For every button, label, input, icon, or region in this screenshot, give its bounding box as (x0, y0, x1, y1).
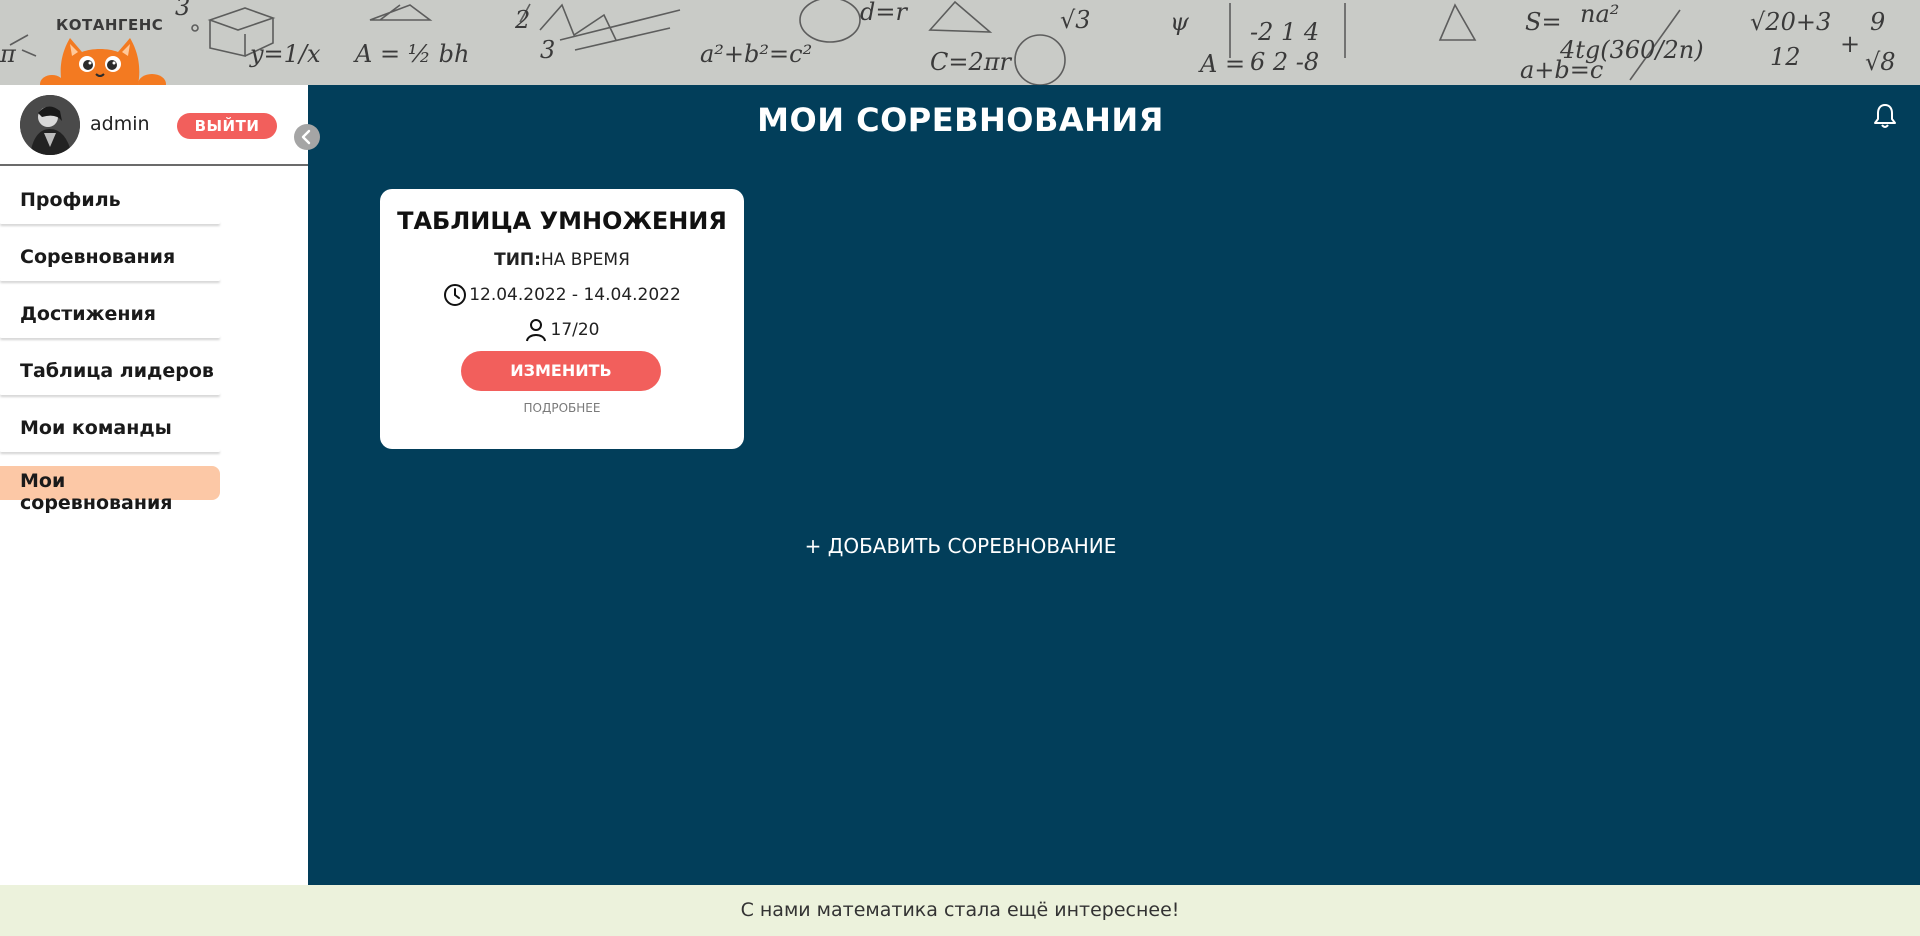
header-banner: 3 y=1/x A = ½ bh 2 3 a²+b²=c² d=r C=2πr … (0, 0, 1920, 85)
competition-participants: 17/20 (380, 318, 744, 342)
svg-text:A = ½ bh: A = ½ bh (353, 40, 469, 68)
competition-title: ТАБЛИЦА УМНОЖЕНИЯ (397, 207, 727, 235)
sidebar-item-competitions[interactable]: Соревнования (0, 240, 220, 297)
svg-text:6 2 -8: 6 2 -8 (1250, 48, 1319, 76)
svg-text:ψ: ψ (1170, 8, 1190, 36)
sidebar-item-label: Таблица лидеров (20, 360, 214, 382)
svg-text:-2 1 4: -2 1 4 (1250, 18, 1319, 46)
svg-text:√8: √8 (1865, 48, 1896, 76)
type-value: НА ВРЕМЯ (540, 250, 630, 270)
main-content: МОИ СОРЕВНОВАНИЯ ТАБЛИЦА УМНОЖЕНИЯ ТИП:Н… (308, 85, 1920, 885)
divider (0, 221, 220, 224)
sidebar-item-label: Мои команды (20, 417, 172, 439)
footer: С нами математика стала ещё интереснее! (0, 885, 1920, 936)
svg-text:π: π (0, 40, 17, 68)
add-competition-link[interactable]: + ДОБАВИТЬ СОРЕВНОВАНИЕ (308, 534, 1613, 558)
user-panel: admin ВЫЙТИ (0, 85, 308, 166)
svg-text:a+b=c: a+b=c (1520, 56, 1603, 84)
brand-name: КОТАНГЕНС (56, 16, 164, 34)
divider (0, 449, 220, 452)
svg-text:2: 2 (514, 6, 530, 34)
sidebar-nav: Профиль Соревнования Достижения Таблица … (0, 183, 308, 525)
notifications-button[interactable] (1873, 103, 1897, 133)
type-label: ТИП: (494, 250, 541, 270)
divider (0, 392, 220, 395)
edit-button[interactable]: ИЗМЕНИТЬ (461, 351, 661, 391)
sidebar-item-my-competitions[interactable]: Мои соревнования (0, 466, 220, 525)
svg-text:9: 9 (1870, 8, 1885, 36)
svg-text:3: 3 (175, 0, 190, 21)
logout-button[interactable]: ВЫЙТИ (177, 113, 277, 139)
cat-logo-icon (40, 38, 166, 85)
svg-text:S=: S= (1525, 8, 1562, 36)
svg-text:na²: na² (1580, 0, 1619, 28)
competition-dates: 12.04.2022 - 14.04.2022 (380, 283, 744, 307)
competition-card: ТАБЛИЦА УМНОЖЕНИЯ ТИП:НА ВРЕМЯ 12.04.202… (380, 189, 744, 449)
sidebar-item-achievements[interactable]: Достижения (0, 297, 220, 354)
svg-text:a²+b²=c²: a²+b²=c² (700, 40, 812, 68)
divider (0, 335, 220, 338)
details-link[interactable]: ПОДРОБНЕЕ (380, 401, 744, 415)
chevron-left-icon (301, 129, 311, 145)
footer-text: С нами математика стала ещё интереснее! (740, 899, 1180, 921)
competition-type: ТИП:НА ВРЕМЯ (380, 250, 744, 270)
svg-text:12: 12 (1770, 43, 1801, 71)
sidebar-collapse-button[interactable] (294, 124, 320, 150)
svg-text:d=r: d=r (860, 0, 908, 26)
clock-icon (444, 284, 467, 306)
sidebar-item-label: Достижения (20, 303, 156, 325)
avatar[interactable] (20, 95, 80, 155)
svg-text:y=1/x: y=1/x (249, 40, 321, 68)
sidebar: admin ВЫЙТИ Профиль Соревнования Достиже… (0, 85, 308, 885)
user-icon (525, 319, 546, 342)
sidebar-item-label: Мои соревнования (20, 470, 173, 514)
bell-icon (1874, 104, 1896, 128)
svg-text:A =: A = (1198, 50, 1245, 78)
svg-text:√3: √3 (1060, 6, 1091, 34)
sidebar-item-my-teams[interactable]: Мои команды (0, 411, 220, 468)
username: admin (90, 113, 150, 135)
avatar-photo (20, 95, 80, 155)
math-doodles-background: 3 y=1/x A = ½ bh 2 3 a²+b²=c² d=r C=2πr … (0, 0, 1896, 85)
dates-text: 12.04.2022 - 14.04.2022 (469, 285, 681, 305)
sidebar-item-leaderboard[interactable]: Таблица лидеров (0, 354, 220, 411)
sidebar-item-label: Соревнования (20, 246, 176, 268)
svg-text:C=2πr: C=2πr (930, 48, 1013, 76)
divider (0, 278, 220, 281)
svg-text:3: 3 (540, 36, 555, 64)
sidebar-item-label: Профиль (20, 189, 121, 211)
participants-count: 17/20 (550, 320, 600, 340)
sidebar-item-profile[interactable]: Профиль (0, 183, 220, 240)
svg-text:+: + (1840, 30, 1860, 58)
svg-text:√20+3: √20+3 (1750, 8, 1831, 36)
page-title: МОИ СОРЕВНОВАНИЯ (757, 101, 1164, 139)
